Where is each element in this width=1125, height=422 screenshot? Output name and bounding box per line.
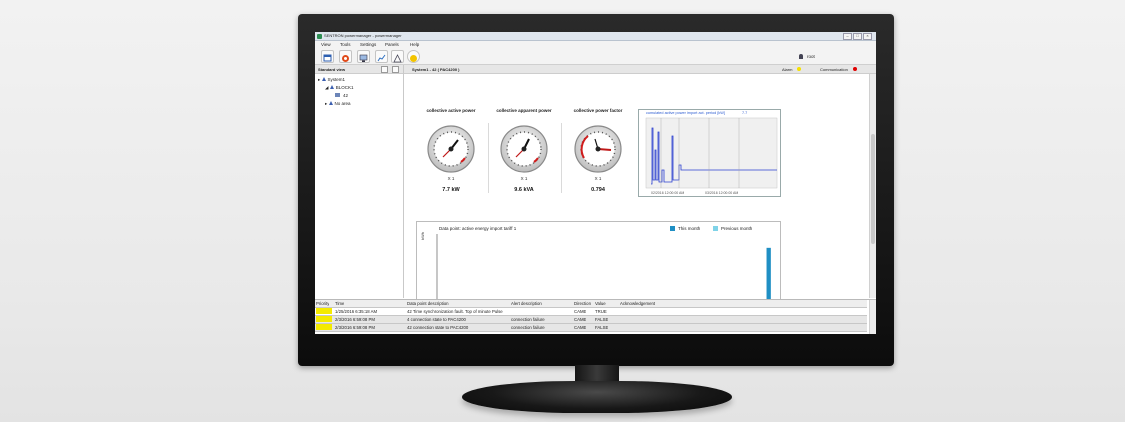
- app-icon: [317, 33, 322, 39]
- trend-plot: [645, 117, 778, 189]
- trend-date-start: 02/2016 12:00:00 AM: [651, 191, 685, 195]
- edit-icon[interactable]: [381, 66, 388, 73]
- gauge-multiplier: X 1: [520, 176, 528, 181]
- priority-indicator: [316, 324, 332, 330]
- cell-description: 42 connection state to PAC4200: [407, 325, 469, 330]
- cell-direction: CAME: [574, 317, 587, 322]
- close-button[interactable]: ×: [863, 33, 872, 40]
- cell-alert: connection failure: [511, 317, 545, 322]
- col-alert[interactable]: Alert description: [511, 300, 542, 307]
- tree-item-42[interactable]: 42: [335, 93, 348, 98]
- tree-label: BLOCK1: [335, 85, 354, 90]
- priority-indicator: [316, 308, 332, 314]
- gauge-active-power: [427, 125, 475, 173]
- navigation-pane: Standard view ▸ System1 ◢ BLOCK1 42 ▸ No…: [315, 65, 404, 298]
- title-bar: SENTRON powermanager - powermanager – □ …: [315, 32, 876, 41]
- table-row[interactable]: 1/25/2016 6:35:18 AM 42 Time synchroniza…: [315, 308, 867, 316]
- pane-title: Standard view: [318, 67, 346, 72]
- user-name: root: [807, 54, 815, 59]
- menu-panels[interactable]: Panels: [385, 42, 399, 47]
- cell-time: 1/25/2016 6:35:18 AM: [335, 309, 378, 314]
- gauge-value-power-factor: 0.794: [591, 187, 605, 193]
- menu-settings[interactable]: Settings: [360, 42, 376, 47]
- gauge-apparent-power: [500, 125, 548, 173]
- cell-alert: connection failure: [511, 325, 545, 330]
- separator: [488, 123, 489, 193]
- main-scrollbar[interactable]: [869, 74, 876, 298]
- toolbar: root: [315, 48, 876, 65]
- col-direction[interactable]: Direction: [574, 300, 591, 307]
- cell-direction: CAME: [574, 309, 587, 314]
- tree-item-system1[interactable]: ▸ System1: [318, 77, 345, 83]
- cell-value: FALSE: [595, 317, 609, 322]
- cell-value: FALSE: [595, 325, 609, 330]
- separator: [561, 123, 562, 193]
- gauge-multiplier: X 1: [594, 176, 602, 181]
- cell-time: 2/3/2016 6:59:08 PM: [335, 317, 375, 322]
- menu-tools[interactable]: Tools: [340, 42, 351, 47]
- scroll-thumb[interactable]: [871, 134, 875, 244]
- menu-bar: View Tools Settings Panels Help: [315, 41, 876, 48]
- menu-view[interactable]: View: [321, 42, 331, 47]
- menu-help[interactable]: Help: [410, 42, 419, 47]
- settings-icon[interactable]: [392, 66, 399, 73]
- col-value[interactable]: Value: [595, 300, 606, 307]
- monitor-icon[interactable]: [357, 50, 370, 63]
- help-icon[interactable]: [407, 50, 420, 63]
- device-icon: [335, 93, 340, 97]
- pane-header: Standard view: [315, 65, 403, 74]
- triangle-icon: [321, 77, 326, 81]
- gauge-value-active-power: 7.7 kW: [442, 187, 460, 193]
- priority-indicator: [316, 316, 332, 322]
- col-description[interactable]: Data point description: [407, 300, 449, 307]
- user-icon: [799, 54, 803, 59]
- screen: SENTRON powermanager - powermanager – □ …: [315, 32, 876, 334]
- alarm-icon[interactable]: [339, 50, 352, 63]
- network-icon[interactable]: [391, 50, 404, 63]
- table-header: Priority Time Data point description Ale…: [315, 300, 867, 308]
- tree-label: 42: [343, 93, 349, 98]
- window-title: SENTRON powermanager - powermanager: [324, 33, 402, 38]
- gauge-power-factor: [574, 125, 622, 173]
- maximize-button[interactable]: □: [853, 33, 862, 40]
- tree-label: System1: [327, 77, 346, 82]
- cell-time: 2/3/2016 6:59:08 PM: [335, 325, 375, 330]
- col-time[interactable]: Time: [335, 300, 344, 307]
- gauge-value-apparent-power: 9.6 kVA: [514, 187, 534, 193]
- trend-chart[interactable]: cumulated active power import act. perio…: [638, 109, 781, 197]
- triangle-icon: [329, 85, 334, 89]
- gauge-multiplier: X 1: [447, 176, 455, 181]
- table-row[interactable]: 2/3/2016 6:59:08 PM 4 connection state t…: [315, 316, 867, 324]
- window-icon[interactable]: [321, 50, 334, 63]
- col-acknowledgement[interactable]: Acknowledgement: [620, 300, 655, 307]
- tree-item-no-area[interactable]: ▸ No area: [325, 101, 351, 107]
- col-priority[interactable]: Priority: [316, 300, 329, 307]
- cell-description: 4 connection state to PAC4200: [407, 317, 466, 322]
- table-row[interactable]: 2/3/2016 6:59:08 PM 42 connection state …: [315, 324, 867, 332]
- main-pane: System1 - 42 ( PAC4200 ) Alarm Communica…: [404, 65, 876, 331]
- tree-item-block1[interactable]: ◢ BLOCK1: [325, 85, 353, 91]
- minimize-button[interactable]: –: [843, 33, 852, 40]
- trend-date-end: 03/2016 12:00:00 AM: [705, 191, 739, 195]
- cell-value: TRUE: [595, 309, 607, 314]
- cell-direction: CAME: [574, 325, 587, 330]
- chart-icon[interactable]: [375, 50, 388, 63]
- alarm-scrollbar[interactable]: [869, 300, 876, 334]
- triangle-icon: [328, 101, 333, 105]
- alarm-table: Priority Time Data point description Ale…: [315, 299, 876, 334]
- monitor-stand-base: [462, 381, 732, 413]
- tree-label: No area: [334, 101, 351, 106]
- cell-description: 42 Time synchronization fault. Top of mi…: [407, 309, 503, 314]
